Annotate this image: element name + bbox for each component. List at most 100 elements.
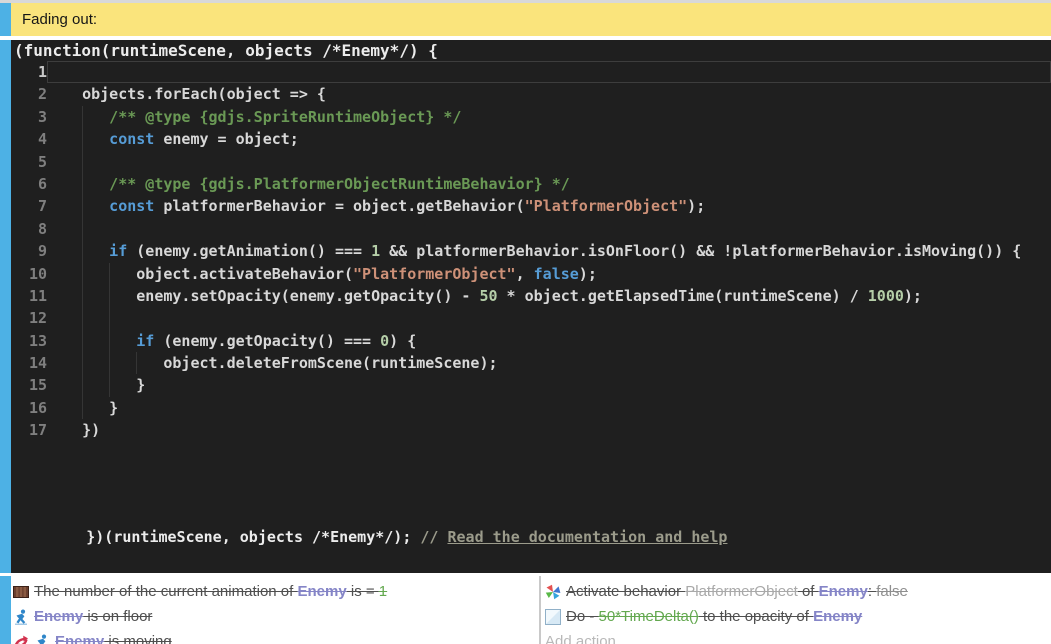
selection-strip <box>0 40 11 573</box>
condition-row[interactable]: Enemy is moving <box>11 629 539 644</box>
code-line-content[interactable]: objects.forEach(object => { <box>47 83 1051 105</box>
comment-bar[interactable]: Fading out: <box>11 3 1051 36</box>
code-line-content[interactable]: } <box>47 374 1051 396</box>
code-line[interactable]: 10 object.activateBehavior("PlatformerOb… <box>11 263 1051 285</box>
code-line[interactable]: 6 /** @type {gdjs.PlatformerObjectRuntim… <box>11 173 1051 195</box>
action-text-segment: Enemy <box>813 608 862 625</box>
code-line[interactable]: 11 enemy.setOpacity(enemy.getOpacity() -… <box>11 285 1051 307</box>
code-line[interactable]: 7 const platformerBehavior = object.getB… <box>11 195 1051 217</box>
code-token: && platformerBehavior.isOnFloor() && !pl… <box>380 242 1021 260</box>
code-token: "PlatformerObject" <box>353 265 516 283</box>
code-line-content[interactable]: const platformerBehavior = object.getBeh… <box>47 195 1051 217</box>
indent-guide <box>82 397 83 419</box>
code-line-content[interactable]: object.activateBehavior("PlatformerObjec… <box>47 263 1051 285</box>
code-line-content[interactable]: const enemy = object; <box>47 128 1051 150</box>
js-footer-comment-prefix: // <box>420 528 447 546</box>
action-text-segment: Do - <box>566 608 599 625</box>
code-line-content[interactable]: object.deleteFromScene(runtimeScene); <box>47 352 1051 374</box>
indent-guide <box>82 128 83 150</box>
code-area[interactable]: 12 objects.forEach(object => {3 /** @typ… <box>11 61 1051 442</box>
indent-guide <box>109 285 110 307</box>
condition-text-segment: is = <box>347 583 379 600</box>
action-text-segment: of <box>798 583 819 600</box>
code-token: false <box>534 265 579 283</box>
selection-strip <box>0 576 11 644</box>
line-number: 5 <box>11 151 47 173</box>
behavior-icon <box>545 584 562 600</box>
code-line[interactable]: 9 if (enemy.getAnimation() === 1 && plat… <box>11 240 1051 262</box>
line-number: 2 <box>11 83 47 105</box>
condition-text-segment: Enemy <box>34 608 83 625</box>
condition-row[interactable]: Enemy is on floor <box>11 604 539 629</box>
indent-guide <box>82 374 83 396</box>
code-token: * object.getElapsedTime(runtimeScene) / <box>498 287 868 305</box>
line-number: 16 <box>11 397 47 419</box>
code-line[interactable]: 3 /** @type {gdjs.SpriteRuntimeObject} *… <box>11 106 1051 128</box>
code-line[interactable]: 2 objects.forEach(object => { <box>11 83 1051 105</box>
code-line[interactable]: 8 <box>11 218 1051 240</box>
opacity-icon <box>545 609 562 625</box>
action-text-segment: PlatformerObject <box>685 583 798 600</box>
indent-guide <box>82 285 83 307</box>
code-line[interactable]: 1 <box>11 61 1051 83</box>
code-token: (enemy.getAnimation() === <box>127 242 371 260</box>
line-number: 3 <box>11 106 47 128</box>
code-line-content[interactable]: if (enemy.getAnimation() === 1 && platfo… <box>47 240 1051 262</box>
action-text-segment: false <box>876 583 908 600</box>
documentation-link[interactable]: Read the documentation and help <box>447 528 727 546</box>
indent-guide <box>82 106 83 128</box>
code-line[interactable]: 17 }) <box>11 419 1051 441</box>
code-line-content[interactable] <box>47 218 1051 240</box>
line-number: 9 <box>11 240 47 262</box>
js-code-editor[interactable]: (function(runtimeScene, objects /*Enemy*… <box>11 40 1051 573</box>
code-token: if <box>55 242 127 260</box>
gdevelop-events-sheet: Fading out: (function(runtimeScene, obje… <box>0 0 1051 644</box>
platformer-icon <box>34 634 51 644</box>
line-number: 13 <box>11 330 47 352</box>
code-line-content[interactable]: if (enemy.getOpacity() === 0) { <box>47 330 1051 352</box>
code-token: 1 <box>371 242 380 260</box>
code-token: 50 <box>479 287 497 305</box>
code-line-content[interactable]: } <box>47 397 1051 419</box>
indent-guide <box>109 307 110 329</box>
line-number: 4 <box>11 128 47 150</box>
indent-guide <box>136 352 137 374</box>
indent-guide <box>109 374 110 396</box>
code-line[interactable]: 14 object.deleteFromScene(runtimeScene); <box>11 352 1051 374</box>
code-line-content[interactable] <box>47 151 1051 173</box>
code-line-content[interactable]: enemy.setOpacity(enemy.getOpacity() - 50… <box>47 285 1051 307</box>
line-number: 14 <box>11 352 47 374</box>
code-token: "PlatformerObject" <box>525 197 688 215</box>
code-line[interactable]: 12 <box>11 307 1051 329</box>
condition-row[interactable]: The number of the current animation of E… <box>11 579 539 604</box>
line-number: 11 <box>11 285 47 307</box>
line-number: 17 <box>11 419 47 441</box>
code-line-content[interactable] <box>47 307 1051 329</box>
comment-text: Fading out: <box>22 11 97 28</box>
code-line-content[interactable]: /** @type {gdjs.SpriteRuntimeObject} */ <box>47 106 1051 128</box>
code-line[interactable]: 16 } <box>11 397 1051 419</box>
code-line-content[interactable] <box>47 61 1051 83</box>
comment-event[interactable]: Fading out: <box>0 3 1051 36</box>
code-token: enemy.setOpacity(enemy.getOpacity() - <box>55 287 479 305</box>
code-line-content[interactable]: }) <box>47 419 1051 441</box>
indent-guide <box>82 330 83 352</box>
action-row[interactable]: Do - 50*TimeDelta() to the opacity of En… <box>545 604 1051 629</box>
code-line[interactable]: 5 <box>11 151 1051 173</box>
code-token: (enemy.getOpacity() === <box>154 332 380 350</box>
code-token: } <box>55 376 145 394</box>
code-line[interactable]: 15 } <box>11 374 1051 396</box>
code-line-content[interactable]: /** @type {gdjs.PlatformerObjectRuntimeB… <box>47 173 1051 195</box>
animation-icon <box>13 584 30 600</box>
indent-guide <box>82 352 83 374</box>
indent-guide <box>82 195 83 217</box>
condition-text-segment: Enemy <box>55 633 104 644</box>
add-action-button[interactable]: Add action <box>545 629 1051 644</box>
code-line[interactable]: 13 if (enemy.getOpacity() === 0) { <box>11 330 1051 352</box>
js-code-event[interactable]: (function(runtimeScene, objects /*Enemy*… <box>0 40 1051 573</box>
line-number: 6 <box>11 173 47 195</box>
code-line[interactable]: 4 const enemy = object; <box>11 128 1051 150</box>
invert-icon <box>13 634 30 644</box>
code-token: /** @type {gdjs.SpriteRuntimeObject} */ <box>55 108 461 126</box>
action-row[interactable]: Activate behavior PlatformerObject of En… <box>545 579 1051 604</box>
